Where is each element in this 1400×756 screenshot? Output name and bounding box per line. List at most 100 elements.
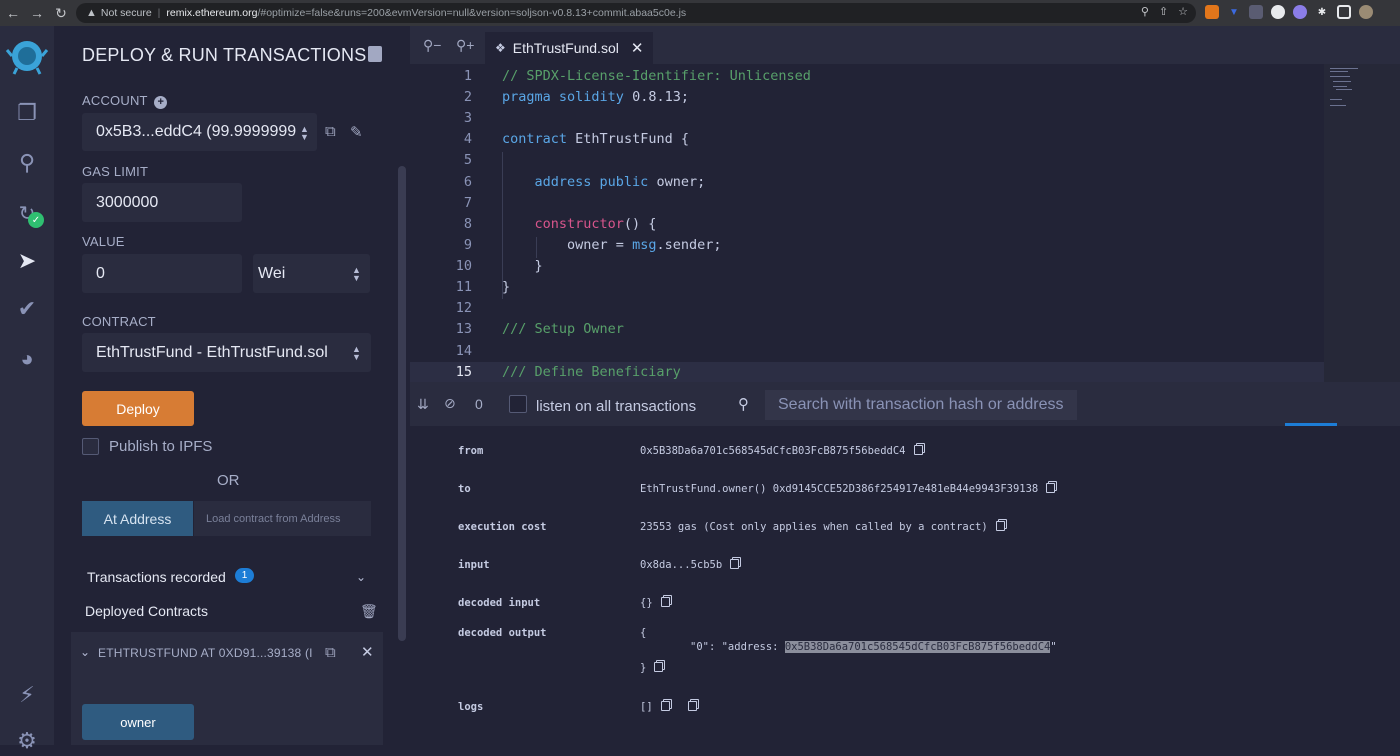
copy-icon[interactable] xyxy=(1046,483,1056,493)
deploy-run-icon[interactable]: ➤ xyxy=(12,246,42,276)
code-token: /// Setup Owner xyxy=(502,321,624,337)
collapse-terminal-icon[interactable]: ⇊ xyxy=(417,396,429,413)
line-number: 5 xyxy=(463,152,472,168)
shield-extension-icon[interactable]: ▼ xyxy=(1227,5,1241,19)
code-line: contract EthTrustFund { xyxy=(502,131,689,147)
panel-title: DEPLOY & RUN TRANSACTIONS xyxy=(82,45,367,65)
minimap-line xyxy=(1333,81,1351,82)
search-icon: ⚲ xyxy=(738,396,749,413)
publish-ipfs-checkbox[interactable] xyxy=(82,438,99,455)
purple-extension-icon[interactable] xyxy=(1293,5,1307,19)
settings-gear-icon[interactable]: ⚙ xyxy=(12,726,42,756)
chevron-down-icon[interactable]: ⌄ xyxy=(356,570,366,584)
puzzle-extensions-icon[interactable]: ✱ xyxy=(1315,5,1329,19)
testing-check-icon[interactable]: ✔ xyxy=(12,294,42,324)
transactions-count-badge: 1 xyxy=(235,568,254,583)
reload-icon[interactable]: ↻ xyxy=(50,2,72,24)
share-icon[interactable]: ⇧ xyxy=(1159,5,1168,18)
tx-key-from: from xyxy=(458,445,484,457)
analysis-icon[interactable]: ◕ xyxy=(12,344,42,374)
contract-select[interactable]: EthTrustFund - EthTrustFund.sol xyxy=(82,333,371,372)
extension-icon[interactable] xyxy=(1249,5,1263,19)
tx-key-decoded-input: decoded input xyxy=(458,597,541,609)
copy-icon[interactable] xyxy=(913,445,923,455)
zoom-out-icon[interactable]: ⚲− xyxy=(423,37,441,54)
tx-value-decoded-output-close: } xyxy=(640,662,664,674)
gas-limit-input[interactable]: 3000000 xyxy=(82,183,242,222)
terminal-toolbar: ⇊ ⊘ 0 listen on all transactions ⚲ Searc… xyxy=(410,382,1400,426)
line-number-gutter: 1 2 3 4 5 6 7 8 9 10 11 12 13 14 15 xyxy=(410,64,490,382)
bookmark-star-icon[interactable]: ☆ xyxy=(1178,5,1188,18)
remix-logo-icon[interactable] xyxy=(5,36,49,76)
copy-icon[interactable] xyxy=(654,662,664,672)
code-token: () { xyxy=(623,216,657,232)
tx-key-input: input xyxy=(458,559,490,571)
documentation-icon[interactable] xyxy=(368,46,382,62)
warning-icon: ▲ xyxy=(86,7,97,19)
copy-icon[interactable] xyxy=(660,597,670,607)
instance-chevron-down-icon[interactable]: ⌄ xyxy=(80,645,90,659)
tx-value-decoded-output: "0": "address: 0x5B38Da6a701c568545dCfcB… xyxy=(690,641,1057,653)
forward-arrow-icon[interactable]: → xyxy=(26,2,48,24)
panel-scrollbar[interactable] xyxy=(398,166,406,641)
minimap-line xyxy=(1330,105,1346,106)
solidity-compiler-icon[interactable]: ↻ ✓ xyxy=(12,198,44,228)
tx-value-execution-cost: 23553 gas (Cost only applies when called… xyxy=(640,521,1005,533)
file-explorer-icon[interactable]: ❐ xyxy=(12,98,42,128)
code-token: // SPDX-License-Identifier: Unlicensed xyxy=(502,68,811,84)
close-tab-icon[interactable]: ✕ xyxy=(631,39,644,57)
code-line: /// Setup Owner xyxy=(502,321,624,337)
zoom-icon[interactable]: ⚲ xyxy=(1141,5,1149,18)
trash-icon[interactable]: 🗑 xyxy=(360,603,378,620)
transaction-search-input[interactable]: Search with transaction hash or address xyxy=(765,390,1077,420)
edit-account-icon[interactable]: ✎ xyxy=(350,123,363,141)
clear-console-icon[interactable]: ⊘ xyxy=(444,395,456,412)
editor-minimap[interactable] xyxy=(1324,64,1400,382)
line-number: 12 xyxy=(455,300,472,316)
circle-extension-icon[interactable] xyxy=(1271,5,1285,19)
tx-value-input: 0x8da...5cb5b xyxy=(640,559,740,571)
owner-call-button[interactable]: owner xyxy=(82,704,194,740)
listen-all-transactions-checkbox[interactable] xyxy=(509,395,527,413)
copy-icon[interactable] xyxy=(730,559,740,569)
close-instance-icon[interactable]: ✕ xyxy=(361,643,374,661)
tab-label: EthTrustFund.sol xyxy=(512,40,619,56)
code-token: EthTrustFund { xyxy=(575,131,689,147)
copy-icon[interactable] xyxy=(995,521,1005,531)
side-panel-icon[interactable] xyxy=(1337,5,1351,19)
instance-title[interactable]: ETHTRUSTFUND AT 0XD91...39138 (I xyxy=(98,646,313,660)
deploy-button[interactable]: Deploy xyxy=(82,391,194,426)
copy-account-icon[interactable]: ⧉ xyxy=(325,123,336,140)
back-arrow-icon[interactable]: ← xyxy=(2,2,24,24)
solidity-file-icon: ❖ xyxy=(495,41,506,55)
load-address-input[interactable]: Load contract from Address xyxy=(194,501,371,536)
selected-address-text[interactable]: 0x5B38Da6a701c568545dCfcB03FcB875f56bedd… xyxy=(784,641,1051,653)
zoom-in-icon[interactable]: ⚲+ xyxy=(456,37,474,54)
value-input[interactable]: 0 xyxy=(82,254,242,293)
transactions-recorded-label[interactable]: Transactions recorded xyxy=(87,569,226,585)
indent-guide xyxy=(502,152,503,299)
line-number: 3 xyxy=(463,110,472,126)
metamask-extension-icon[interactable] xyxy=(1205,5,1219,19)
line-number: 11 xyxy=(455,279,472,295)
add-account-icon[interactable]: + xyxy=(154,96,168,109)
plugin-plug-icon[interactable]: ⚡ xyxy=(12,680,42,710)
copy-icon[interactable] xyxy=(687,701,697,711)
search-icon[interactable]: ⚲ xyxy=(12,148,42,178)
gas-limit-label: GAS LIMIT xyxy=(82,164,149,179)
at-address-button[interactable]: At Address xyxy=(82,501,193,536)
tab-ethtrustfund-sol[interactable]: ❖ EthTrustFund.sol ✕ xyxy=(485,32,653,64)
minimap-line xyxy=(1330,68,1358,69)
profile-avatar[interactable] xyxy=(1359,5,1373,19)
code-token: pragma solidity xyxy=(502,89,624,105)
copy-instance-address-icon[interactable]: ⧉ xyxy=(325,644,336,661)
code-editor[interactable]: 1 2 3 4 5 6 7 8 9 10 11 12 13 14 15 // S… xyxy=(410,64,1324,382)
publish-ipfs-label: Publish to IPFS xyxy=(109,438,213,455)
code-line: address public owner; xyxy=(502,174,706,190)
address-bar[interactable]: ▲ Not secure | remix.ethereum.org /#opti… xyxy=(76,3,1196,23)
line-number: 4 xyxy=(463,131,472,147)
copy-icon[interactable] xyxy=(660,701,670,711)
pending-transactions-count: 0 xyxy=(475,396,483,412)
account-select[interactable]: 0x5B3...eddC4 (99.9999999 xyxy=(82,113,317,151)
contract-label: CONTRACT xyxy=(82,314,156,329)
